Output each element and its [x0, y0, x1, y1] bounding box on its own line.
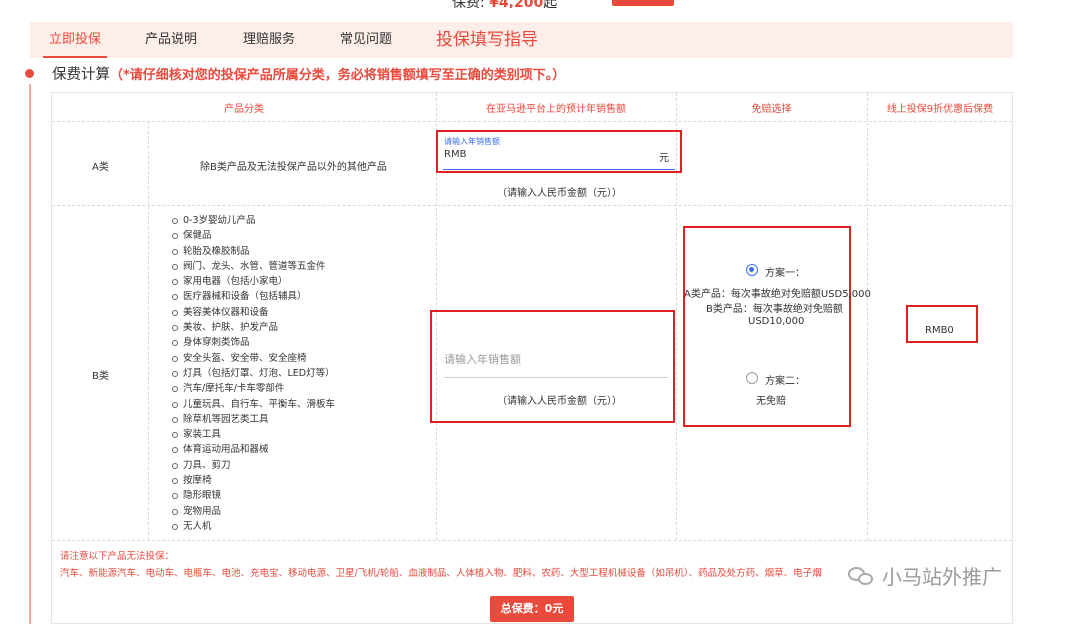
header-premium: 线上投保9折优惠后保费: [886, 104, 994, 115]
b-product-item: 安全头盔、安全带、安全座椅: [172, 351, 335, 366]
premium-value: RMB0: [925, 325, 954, 336]
top-price-text: 保费: ¥4,200起: [452, 0, 557, 8]
plan2-description: 无免赔: [756, 396, 786, 407]
grid-line: [52, 540, 1012, 541]
top-price-strip: 保费: ¥4,200起: [0, 0, 1080, 8]
b-product-item: 身体穿刺类饰品: [172, 335, 335, 350]
row-b-category: B类: [92, 371, 109, 382]
grid-line: [52, 121, 1012, 122]
section-dot: [25, 69, 34, 78]
b-product-item: 体育运动用品和器械: [172, 442, 335, 457]
highlight-box-a-input: [436, 130, 682, 173]
excluded-products-list: 汽车、新能源汽车、电动车、电瓶车、电池、充电宝、移动电源、卫星/飞机/轮船、血液…: [60, 568, 822, 579]
timeline-line: [29, 84, 31, 624]
header-category: 产品分类: [224, 104, 264, 115]
section-note: （*请仔细核对您的投保产品所属分类，务必将销售额填写至正确的类别项下。）: [110, 68, 566, 83]
b-product-item: 刀具、剪刀: [172, 458, 335, 473]
tab-fill-guide[interactable]: 投保填写指导: [436, 22, 538, 58]
b-product-item: 医疗器械和设备（包括辅具）: [172, 289, 335, 304]
highlight-box-premium: [906, 305, 978, 343]
b-product-item: 灯具（包括灯罩、灯泡、LED灯等）: [172, 366, 335, 381]
b-product-item: 家装工具: [172, 427, 335, 442]
b-product-item: 除草机等园艺类工具: [172, 412, 335, 427]
section-title-text: 保费计算: [52, 67, 110, 83]
plan2-label: 方案二：: [765, 376, 805, 387]
b-product-item: 儿童玩具、自行车、平衡车、滑板车: [172, 397, 335, 412]
b-product-item: 宠物用品: [172, 504, 335, 519]
watermark-text: 小马站外推广: [882, 565, 1002, 589]
top-price-prefix: 保费:: [452, 0, 490, 8]
header-annual-sales: 在亚马逊平台上的预计年销售额: [486, 104, 626, 115]
b-product-item: 无人机: [172, 519, 335, 534]
plan1-line2: B类产品：每次事故绝对免赔额: [706, 304, 843, 315]
b-product-item: 汽车/摩托车/卡车零部件: [172, 381, 335, 396]
plan1-line1: A类产品：每次事故绝对免赔额USD5,000: [684, 289, 871, 300]
grid-line: [867, 93, 868, 540]
grid-line: [148, 121, 149, 540]
tab-product-info[interactable]: 产品说明: [145, 22, 197, 58]
plan1-label: 方案一：: [765, 268, 805, 279]
plan1-radio[interactable]: [746, 264, 758, 276]
row-a-category: A类: [92, 162, 109, 173]
grid-line: [52, 205, 1012, 206]
tab-insure-now[interactable]: 立即投保: [42, 22, 108, 58]
watermark: 小马站外推广: [848, 561, 1002, 590]
b-product-item: 家用电器（包括小家电）: [172, 274, 335, 289]
b-product-item: 按摩椅: [172, 473, 335, 488]
row-a-hint: （请输入人民币金额（元））: [497, 188, 622, 199]
header-deductible: 免赔选择: [751, 104, 792, 115]
wechat-icon: [848, 565, 876, 587]
row-b-product-list: 0-3岁婴幼儿产品 保健品 轮胎及橡胶制品 阀门、龙头、水管、管道等五金件 家用电器（包…: [172, 213, 335, 534]
b-product-item: 美容美体仪器和设备: [172, 305, 335, 320]
b-product-item: 0-3岁婴幼儿产品: [172, 213, 335, 228]
b-product-item: 轮胎及橡胶制品: [172, 244, 335, 259]
nav-bar: 立即投保 产品说明 理赔服务 常见问题 投保填写指导: [30, 22, 1013, 58]
top-price-suffix: 起: [543, 0, 558, 8]
excluded-products-title: 请注意以下产品无法投保：: [60, 551, 175, 562]
top-buy-button[interactable]: [612, 0, 674, 6]
b-product-item: 保健品: [172, 228, 335, 243]
b-product-item: 阀门、龙头、水管、管道等五金件: [172, 259, 335, 274]
plan2-radio[interactable]: [746, 372, 758, 384]
section-title: 保费计算（*请仔细核对您的投保产品所属分类，务必将销售额填写至正确的类别项下。）: [52, 63, 565, 84]
plan1-line3: USD10,000: [748, 316, 805, 327]
top-price-amount: ¥4,200: [489, 0, 544, 8]
total-premium-button[interactable]: 总保费：0元: [490, 596, 574, 622]
highlight-box-b-input: [430, 310, 675, 423]
row-a-description: 除B类产品及无法投保产品以外的其他产品: [200, 162, 387, 173]
tab-faq[interactable]: 常见问题: [340, 22, 392, 58]
b-product-item: 隐形眼镜: [172, 488, 335, 503]
b-product-item: 美妆、护肤、护发产品: [172, 320, 335, 335]
tab-claims-service[interactable]: 理赔服务: [243, 22, 295, 58]
